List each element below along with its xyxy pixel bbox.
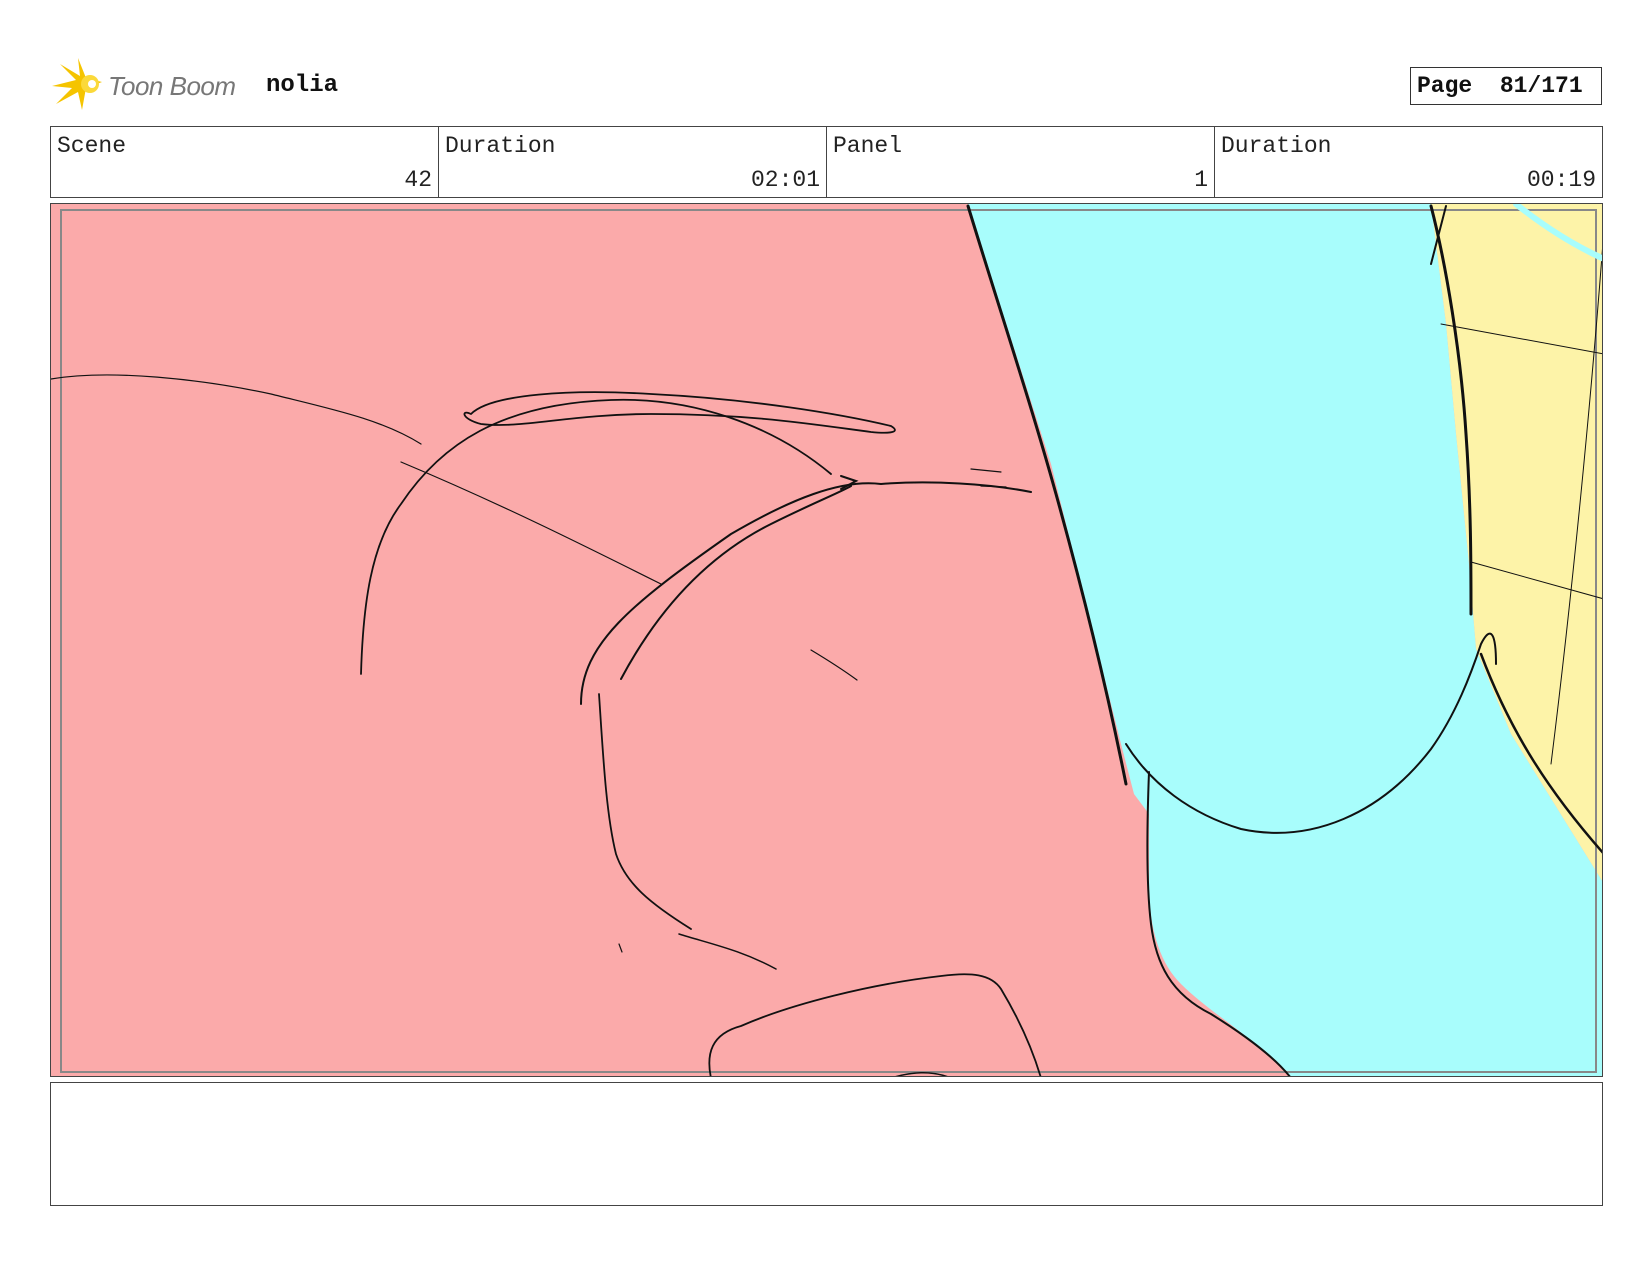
scene-label: Scene <box>57 133 127 159</box>
scene-duration-label: Duration <box>445 133 556 159</box>
scene-cell: Scene 42 <box>51 127 439 197</box>
scene-value: 42 <box>404 167 432 193</box>
storyboard-panel <box>50 203 1603 1077</box>
toon-boom-logo: Toon Boom <box>52 58 252 114</box>
panel-duration-label: Duration <box>1221 133 1332 159</box>
panel-notes-box <box>50 1082 1603 1206</box>
logo-wordmark: Toon Boom <box>108 71 236 101</box>
starburst-icon <box>52 58 102 110</box>
panel-duration-value: 00:19 <box>1526 167 1596 193</box>
panel-duration-cell: Duration 00:19 <box>1215 127 1602 197</box>
panel-cell: Panel 1 <box>827 127 1215 197</box>
project-name: nolia <box>266 72 339 99</box>
panel-value: 1 <box>1194 167 1208 193</box>
page-label: Page <box>1417 73 1473 99</box>
scene-duration-cell: Duration 02:01 <box>439 127 827 197</box>
panel-drawing <box>51 204 1602 1076</box>
scene-info-table: Scene 42 Duration 02:01 Panel 1 Duration… <box>50 126 1603 198</box>
page-indicator: Page 81/171 <box>1410 67 1602 105</box>
page-number: 81/171 <box>1499 73 1583 99</box>
scene-duration-value: 02:01 <box>750 167 820 193</box>
panel-label: Panel <box>833 133 903 159</box>
